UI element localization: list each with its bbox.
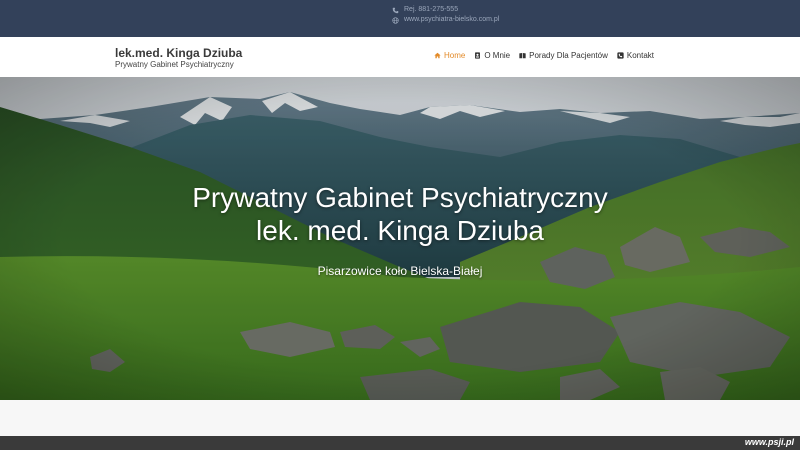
person-badge-icon	[475, 52, 481, 59]
phone-number: Rej. 881-275-555	[404, 6, 459, 13]
hero-subtitle: Pisarzowice koło Bielska-Białej	[317, 264, 483, 278]
site-header: lek.med. Kinga Dziuba Prywatny Gabinet P…	[0, 37, 800, 77]
nav-item-label: Home	[444, 51, 466, 60]
watermark-text: www.psji.pl	[744, 437, 794, 447]
main-nav: Home O Mnie Porady Dla Pacjentów Kontakt	[434, 51, 654, 60]
hero-title-line-1: Prywatny Gabinet Psychiatryczny	[192, 182, 608, 213]
nav-item-label: O Mnie	[484, 51, 511, 60]
book-icon	[519, 53, 526, 59]
nav-item-advice[interactable]: Porady Dla Pacjentów	[519, 51, 608, 60]
hero-banner: Prywatny Gabinet Psychiatryczny lek. med…	[0, 77, 800, 400]
content-area	[0, 400, 800, 436]
hero-title-line-2: lek. med. Kinga Dziuba	[256, 215, 544, 246]
home-icon	[434, 52, 441, 59]
bottom-bar: www.psji.pl	[0, 436, 800, 450]
website-link[interactable]: www.psychiatra-bielsko.com.pl	[404, 15, 499, 25]
site-title[interactable]: lek.med. Kinga Dziuba	[115, 46, 242, 60]
site-subtitle: Prywatny Gabinet Psychiatryczny	[115, 60, 234, 69]
nav-item-about[interactable]: O Mnie	[474, 51, 510, 60]
phone-icon	[617, 52, 624, 59]
nav-item-label: Porady Dla Pacjentów	[529, 51, 608, 60]
contact-info: Rej. 881-275-555 www.psychiatra-bielsko.…	[392, 5, 499, 25]
top-contact-bar: Rej. 881-275-555 www.psychiatra-bielsko.…	[0, 0, 800, 37]
hero-title: Prywatny Gabinet Psychiatryczny lek. med…	[0, 181, 800, 247]
globe-icon	[392, 16, 399, 24]
nav-item-contact[interactable]: Kontakt	[617, 51, 654, 60]
nav-item-home[interactable]: Home	[434, 51, 465, 60]
phone-icon	[392, 7, 399, 13]
nav-item-label: Kontakt	[626, 51, 654, 60]
